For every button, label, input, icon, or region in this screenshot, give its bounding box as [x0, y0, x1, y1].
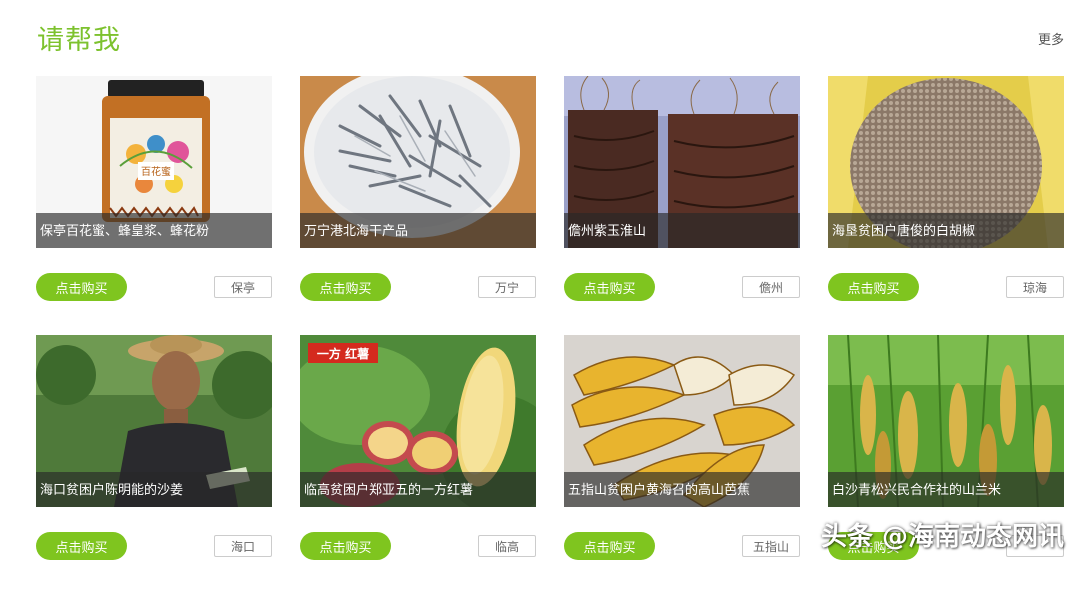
buy-button[interactable]: 点击购买: [36, 273, 127, 301]
region-tag[interactable]: 万宁: [478, 276, 536, 298]
product-card: 五指山贫困户黄海召的高山芭蕉 点击购买 五指山: [564, 335, 800, 594]
product-caption: 临高贫困户郑亚五的一方红薯: [304, 483, 474, 498]
product-card: 海口贫困户陈明能的沙姜 点击购买 海口: [36, 335, 272, 594]
product-image-farmer[interactable]: 海口贫困户陈明能的沙姜: [36, 335, 272, 507]
product-image-sweet-potato[interactable]: 一方 红薯 临高贫困户郑亚五的一方红薯: [300, 335, 536, 507]
product-caption: 儋州紫玉淮山: [568, 224, 647, 239]
region-tag[interactable]: 儋州: [742, 276, 800, 298]
region-tag[interactable]: 保亭: [214, 276, 272, 298]
product-caption: 万宁港北海干产品: [304, 224, 409, 239]
product-card: 万宁港北海干产品 点击购买 万宁: [300, 76, 536, 335]
product-image-rice-field[interactable]: 白沙青松兴民合作社的山兰米: [828, 335, 1064, 507]
section-title: 请帮我: [37, 25, 121, 56]
product-image-dried-fish[interactable]: 万宁港北海干产品: [300, 76, 536, 248]
product-image-honey[interactable]: 百花蜜 保亭百花蜜、蜂皇浆、蜂花粉: [36, 76, 272, 248]
buy-button[interactable]: 点击购买: [300, 532, 391, 560]
product-image-bananas[interactable]: 五指山贫困户黄海召的高山芭蕉: [564, 335, 800, 507]
buy-button[interactable]: 点击购买: [300, 273, 391, 301]
watermark: 头条 @海南动态网讯: [820, 522, 1064, 552]
product-card: 海垦贫困户唐俊的白胡椒 点击购买 琼海: [828, 76, 1064, 335]
region-tag[interactable]: 临高: [478, 535, 536, 557]
more-link[interactable]: 更多: [1038, 29, 1064, 48]
region-tag[interactable]: 五指山: [742, 535, 800, 557]
buy-button[interactable]: 点击购买: [828, 273, 919, 301]
region-tag[interactable]: 琼海: [1006, 276, 1064, 298]
product-card: 一方 红薯 临高贫困户郑亚五的一方红薯 点击购买 临高: [300, 335, 536, 594]
buy-button[interactable]: 点击购买: [36, 532, 127, 560]
product-caption: 海口贫困户陈明能的沙姜: [40, 483, 184, 498]
product-card: 百花蜜 保亭百花蜜、蜂皇浆、蜂花粉 点击购买 保亭: [36, 76, 272, 335]
region-tag[interactable]: 海口: [214, 535, 272, 557]
product-card: 儋州紫玉淮山 点击购买 儋州: [564, 76, 800, 335]
product-caption: 五指山贫困户黄海召的高山芭蕉: [568, 483, 751, 498]
product-card: 白沙青松兴民合作社的山兰米 点击购买: [828, 335, 1064, 594]
svg-text:一方 红薯: 一方 红薯: [317, 346, 369, 361]
product-caption: 海垦贫困户唐俊的白胡椒: [832, 224, 976, 239]
product-image-white-pepper[interactable]: 海垦贫困户唐俊的白胡椒: [828, 76, 1064, 248]
buy-button[interactable]: 点击购买: [564, 532, 655, 560]
product-caption: 保亭百花蜜、蜂皇浆、蜂花粉: [40, 224, 210, 239]
product-caption: 白沙青松兴民合作社的山兰米: [832, 483, 1002, 498]
svg-text:百花蜜: 百花蜜: [141, 165, 171, 178]
buy-button[interactable]: 点击购买: [564, 273, 655, 301]
product-image-yam[interactable]: 儋州紫玉淮山: [564, 76, 800, 248]
